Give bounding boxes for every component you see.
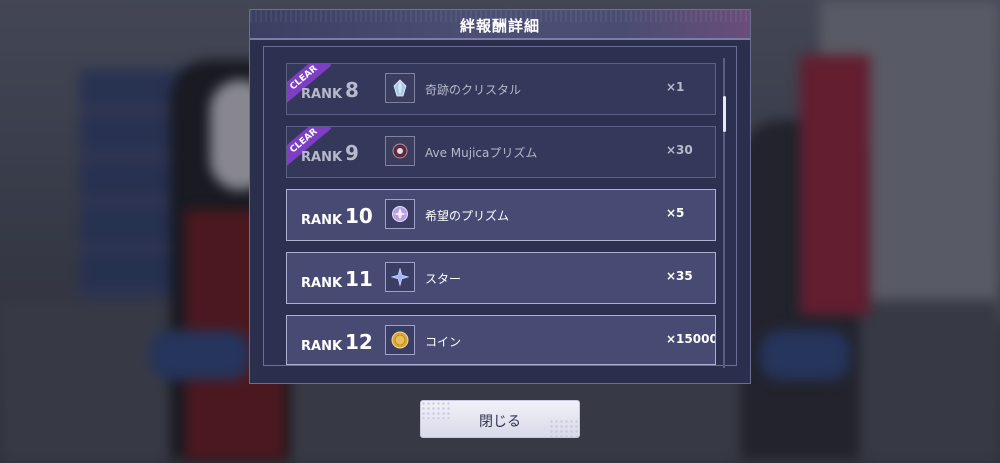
reward-row-rank-10: RANK 10 希望のプリズム ×5 — [286, 189, 716, 241]
rank-number: 11 — [345, 267, 373, 291]
reward-quantity: ×1 — [666, 80, 685, 94]
reward-item-box[interactable] — [385, 199, 415, 229]
reward-item-name: 希望のプリズム — [425, 209, 510, 223]
reward-quantity: ×35 — [666, 269, 693, 283]
rank-label: RANK — [301, 213, 343, 228]
ave-mujica-prism-icon — [392, 143, 408, 159]
reward-quantity: ×5 — [666, 206, 685, 220]
rank-label: RANK — [301, 276, 343, 291]
hope-prism-icon — [392, 206, 408, 222]
reward-item-box[interactable] — [385, 73, 415, 103]
modal-header: 絆報酬詳細 — [250, 10, 750, 40]
reward-item-name: Ave Mujicaプリズム — [425, 146, 538, 160]
reward-quantity: ×15000 — [666, 332, 716, 346]
rank-number: 12 — [345, 330, 373, 354]
reward-details-modal: 絆報酬詳細 CLEAR RANK 8 奇跡のクリスタル ×1 CLEAR RAN… — [249, 9, 751, 384]
reward-row-rank-8: CLEAR RANK 8 奇跡のクリスタル ×1 — [286, 63, 716, 115]
close-button[interactable]: 閉じる — [420, 400, 580, 438]
reward-item-box[interactable] — [385, 262, 415, 292]
scrollbar-thumb[interactable] — [723, 96, 726, 132]
star-icon — [391, 268, 409, 286]
rank-label: RANK — [301, 339, 343, 354]
rank-label: RANK — [301, 87, 343, 102]
reward-row-rank-11: RANK 11 スター ×35 — [286, 252, 716, 304]
reward-row-rank-12: RANK 12 コイン ×15000 — [286, 315, 716, 365]
reward-item-name: 奇跡のクリスタル — [425, 83, 522, 97]
coin-icon — [391, 331, 409, 349]
rank-number: 9 — [345, 141, 359, 165]
reward-quantity: ×30 — [666, 143, 693, 157]
reward-item-name: コイン — [425, 335, 462, 349]
crystal-icon — [393, 79, 407, 97]
modal-title: 絆報酬詳細 — [459, 17, 540, 35]
reward-item-box[interactable] — [385, 136, 415, 166]
rank-number: 8 — [345, 78, 359, 102]
reward-item-name: スター — [425, 272, 462, 286]
rank-label: RANK — [301, 150, 343, 165]
close-button-label: 閉じる — [479, 414, 521, 430]
rank-number: 10 — [345, 204, 373, 228]
reward-row-rank-9: CLEAR RANK 9 Ave Mujicaプリズム ×30 — [286, 126, 716, 178]
reward-item-box[interactable] — [385, 325, 415, 355]
